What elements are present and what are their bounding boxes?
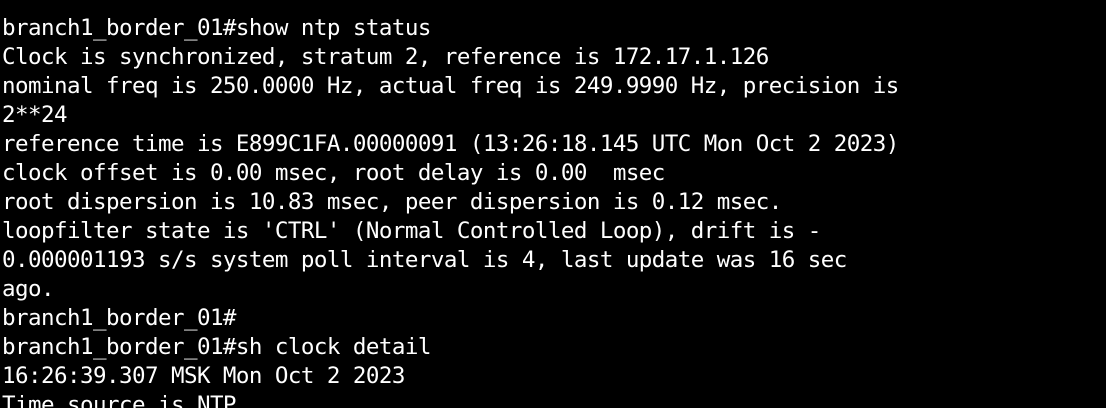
terminal-line-frequency: nominal freq is 250.0000 Hz, actual freq…: [2, 73, 899, 99]
terminal-output[interactable]: branch1_border_01#show ntp status Clock …: [2, 0, 1106, 408]
terminal-line-clock-offset: clock offset is 0.00 msec, root delay is…: [2, 160, 665, 186]
terminal-line-partial: [2, 0, 1106, 14]
terminal-line-command-clock-detail: branch1_border_01#sh clock detail: [2, 334, 431, 360]
terminal-line-loopfilter: loopfilter state is 'CTRL' (Normal Contr…: [2, 218, 821, 244]
terminal-line-ago: ago.: [2, 276, 55, 302]
terminal-line-precision: 2**24: [2, 102, 68, 128]
terminal-line-root-dispersion: root dispersion is 10.83 msec, peer disp…: [2, 189, 782, 215]
terminal-line-sync-status: Clock is synchronized, stratum 2, refere…: [2, 44, 769, 70]
terminal-line-reference-time: reference time is E899C1FA.00000091 (13:…: [2, 131, 899, 157]
terminal-line-drift: 0.000001193 s/s system poll interval is …: [2, 247, 847, 273]
terminal-line-time-source: Time source is NTP: [2, 392, 236, 408]
terminal-line-command-ntp-status: branch1_border_01#show ntp status: [2, 15, 431, 41]
terminal-line-clock-time: 16:26:39.307 MSK Mon Oct 2 2023: [2, 363, 405, 389]
terminal-line-prompt: branch1_border_01#: [2, 305, 236, 331]
